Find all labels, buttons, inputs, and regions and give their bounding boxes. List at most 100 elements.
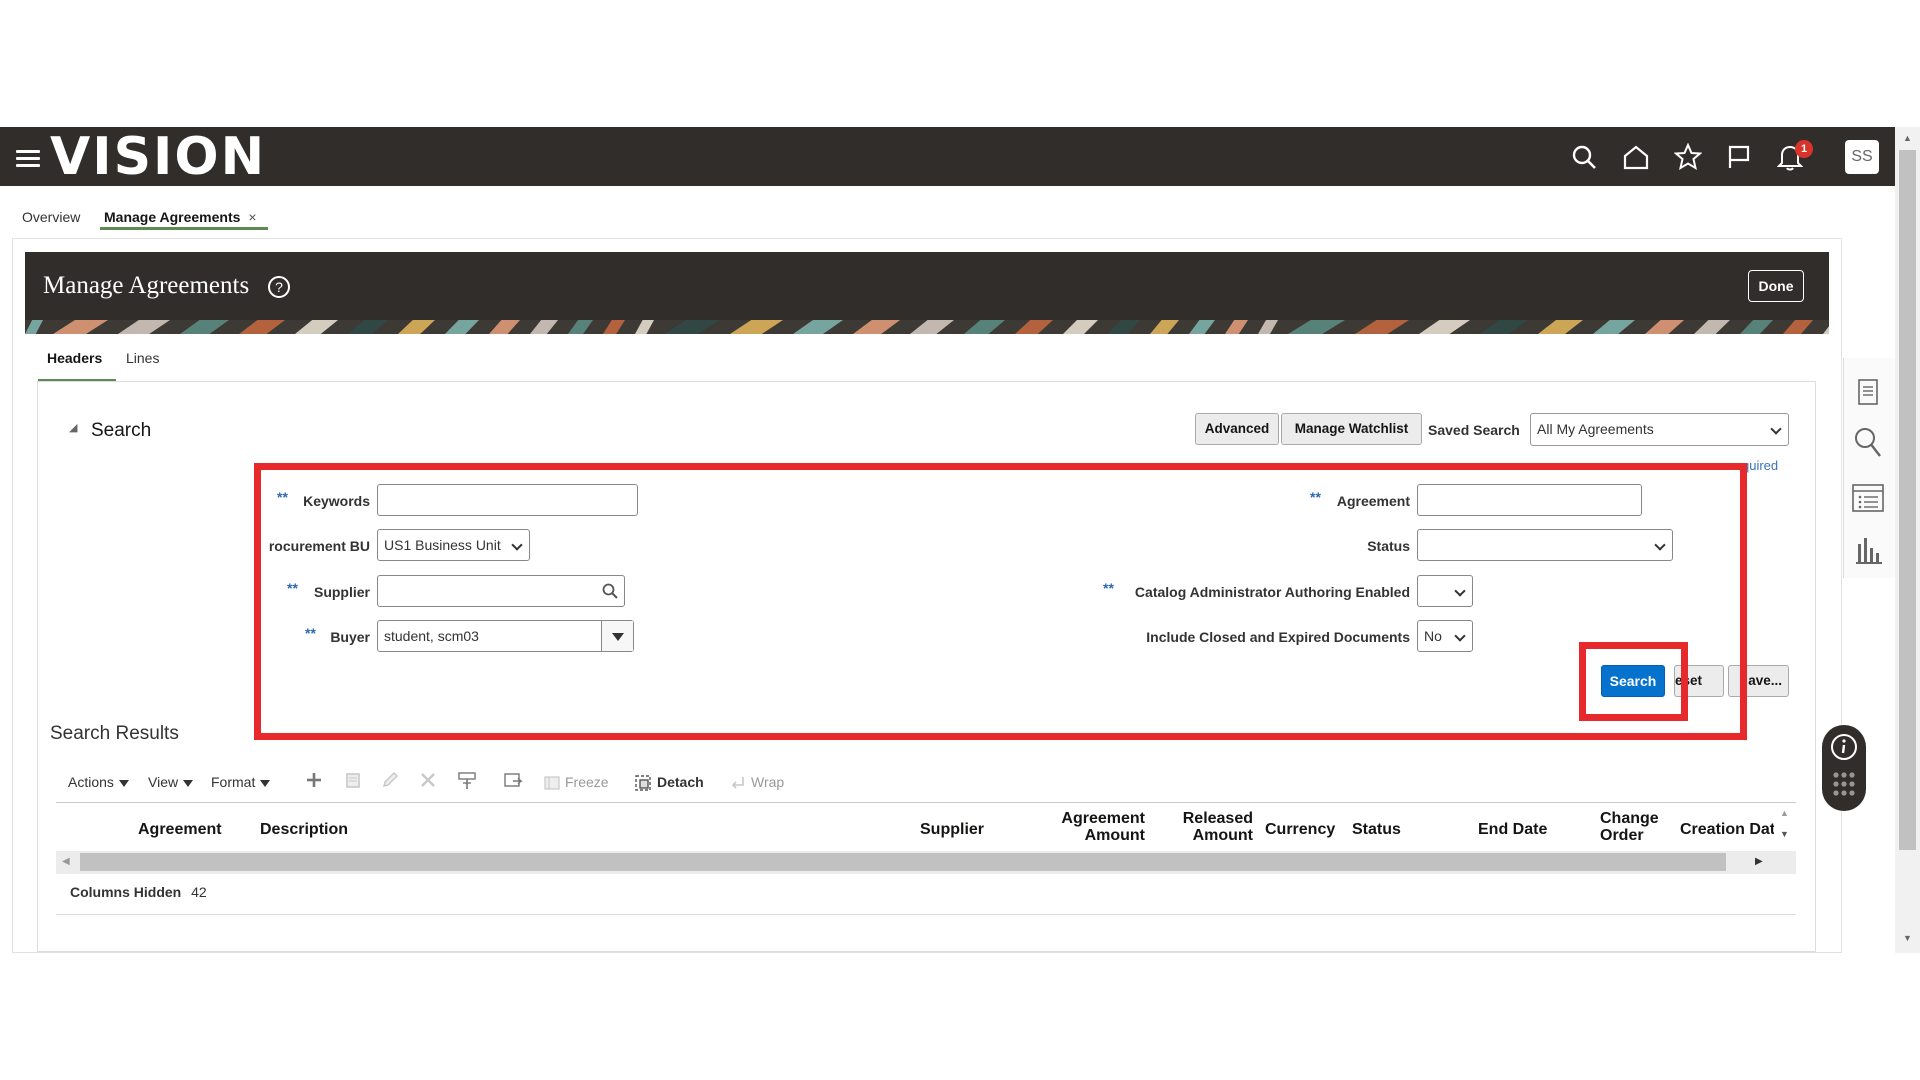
- flag-icon[interactable]: [1722, 141, 1756, 173]
- duplicate-icon: [344, 771, 362, 791]
- columns-hidden-count: 42: [191, 884, 207, 900]
- detach-label: Detach: [657, 774, 704, 790]
- keywords-label: Keywords: [303, 493, 370, 509]
- query-by-example-icon[interactable]: [457, 771, 477, 791]
- subtab-lines[interactable]: Lines: [126, 350, 159, 366]
- dropdown-triangle-icon: [612, 633, 624, 641]
- search-section-title: Search: [91, 420, 152, 441]
- delete-icon: [419, 771, 437, 791]
- format-menu-label: Format: [211, 774, 256, 790]
- column-header-released-amount[interactable]: Released Amount: [1175, 810, 1253, 844]
- freeze-icon: [544, 776, 560, 790]
- keywords-input[interactable]: [377, 484, 638, 516]
- tab-manage-agreements[interactable]: Manage Agreements ×: [100, 206, 268, 230]
- status-select[interactable]: [1417, 529, 1673, 561]
- list-icon[interactable]: [1850, 480, 1886, 516]
- subtab-headers[interactable]: Headers: [38, 350, 116, 382]
- procurement-bu-select[interactable]: US1 Business Unit: [377, 529, 530, 561]
- saved-search-value: All My Agreements: [1537, 421, 1654, 437]
- chevron-down-icon: [1654, 539, 1666, 551]
- buyer-label: Buyer: [330, 629, 370, 645]
- dropdown-triangle-icon: [260, 779, 271, 787]
- export-icon[interactable]: [503, 771, 523, 791]
- view-menu[interactable]: View: [148, 772, 194, 792]
- buyer-dropdown-button[interactable]: [601, 621, 633, 651]
- agreement-label: Agreement: [1336, 493, 1410, 509]
- table-scroll-down-icon[interactable]: ▼: [1780, 829, 1789, 839]
- detach-button[interactable]: Detach: [634, 772, 704, 792]
- detach-icon: [635, 775, 651, 791]
- column-header-status[interactable]: Status: [1352, 821, 1401, 838]
- home-icon[interactable]: [1619, 141, 1653, 173]
- columns-hidden: Columns Hidden 42: [70, 884, 207, 900]
- dropdown-triangle-icon: [118, 779, 129, 787]
- column-header-description[interactable]: Description: [260, 821, 348, 838]
- buyer-combobox[interactable]: student, scm03: [377, 620, 634, 652]
- chevron-down-icon: [1454, 630, 1466, 642]
- scroll-left-arrow-icon[interactable]: ◀: [62, 856, 70, 867]
- column-header-supplier[interactable]: Supplier: [920, 821, 984, 838]
- add-icon[interactable]: [305, 771, 323, 791]
- close-tab-icon[interactable]: ×: [248, 209, 256, 225]
- scroll-down-arrow-icon[interactable]: ▼: [1899, 933, 1916, 947]
- supplier-input[interactable]: [377, 575, 625, 607]
- column-header-currency[interactable]: Currency: [1265, 821, 1335, 838]
- status-label: Status: [1367, 538, 1410, 554]
- document-icon[interactable]: [1850, 374, 1886, 410]
- collapse-triangle-icon[interactable]: ◢: [69, 421, 77, 434]
- saved-search-select[interactable]: All My Agreements: [1530, 413, 1789, 446]
- supplier-label: Supplier: [313, 584, 370, 600]
- actions-menu[interactable]: Actions: [68, 772, 129, 792]
- table-scrollbar-thumb[interactable]: [80, 853, 1726, 871]
- format-menu[interactable]: Format: [211, 772, 271, 792]
- dropdown-triangle-icon: [183, 779, 194, 787]
- search-panel-icon[interactable]: [1850, 424, 1886, 460]
- done-button[interactable]: Done: [1748, 270, 1804, 302]
- decorative-banner: [25, 320, 1829, 334]
- user-avatar[interactable]: SS: [1845, 140, 1879, 174]
- manage-watchlist-button[interactable]: Manage Watchlist: [1281, 413, 1422, 445]
- column-header-agreement-amount[interactable]: Agreement Amount: [1060, 810, 1145, 844]
- catalog-admin-label: Catalog Administrator Authoring Enabled: [1134, 584, 1410, 600]
- table-divider: [56, 914, 1796, 915]
- bar-chart-icon[interactable]: [1850, 532, 1886, 568]
- tab-overview[interactable]: Overview: [22, 206, 80, 230]
- column-header-end-date[interactable]: End Date: [1478, 821, 1547, 838]
- required-marker: **: [277, 489, 288, 505]
- save-button[interactable]: ave...: [1728, 665, 1789, 697]
- page-scrollbar-thumb[interactable]: [1899, 150, 1916, 850]
- star-icon[interactable]: [1671, 141, 1705, 173]
- edit-icon: [381, 771, 399, 791]
- supplier-search-icon[interactable]: [602, 583, 618, 599]
- table-scroll-up-icon[interactable]: ▲: [1780, 808, 1789, 818]
- include-closed-select[interactable]: No: [1417, 620, 1473, 652]
- column-header-change-order[interactable]: Change Order: [1600, 810, 1660, 844]
- advanced-button[interactable]: Advanced: [1195, 413, 1279, 445]
- scroll-up-arrow-icon[interactable]: ▲: [1899, 133, 1916, 147]
- scroll-right-arrow-icon[interactable]: ▶: [1755, 856, 1763, 867]
- page-title-bar: [25, 252, 1829, 320]
- keypad-icon[interactable]: [1832, 771, 1856, 801]
- notification-badge: 1: [1795, 140, 1813, 158]
- menu-icon[interactable]: [16, 150, 40, 168]
- include-closed-label: Include Closed and Expired Documents: [1146, 629, 1410, 645]
- info-icon[interactable]: [1829, 732, 1859, 762]
- buyer-value: student, scm03: [384, 628, 479, 644]
- column-header-creation-date[interactable]: Creation Dat: [1680, 821, 1774, 838]
- freeze-button: Freeze: [544, 772, 609, 792]
- help-icon[interactable]: ?: [268, 276, 290, 298]
- columns-hidden-label: Columns Hidden: [70, 884, 182, 900]
- agreement-input[interactable]: [1417, 484, 1642, 516]
- include-closed-value: No: [1424, 628, 1442, 644]
- search-icon[interactable]: [1567, 141, 1601, 173]
- reset-button[interactable]: eset: [1674, 665, 1724, 697]
- freeze-label: Freeze: [565, 774, 609, 790]
- floating-assistant[interactable]: [1822, 725, 1866, 811]
- app-logo[interactable]: VISION: [50, 128, 266, 186]
- search-button[interactable]: Search: [1601, 665, 1665, 697]
- subtab-divider: [38, 381, 1816, 382]
- column-header-agreement[interactable]: Agreement: [138, 821, 222, 838]
- procurement-bu-value: US1 Business Unit: [384, 537, 501, 553]
- chevron-down-icon: [1454, 585, 1466, 597]
- catalog-admin-select[interactable]: [1417, 575, 1473, 607]
